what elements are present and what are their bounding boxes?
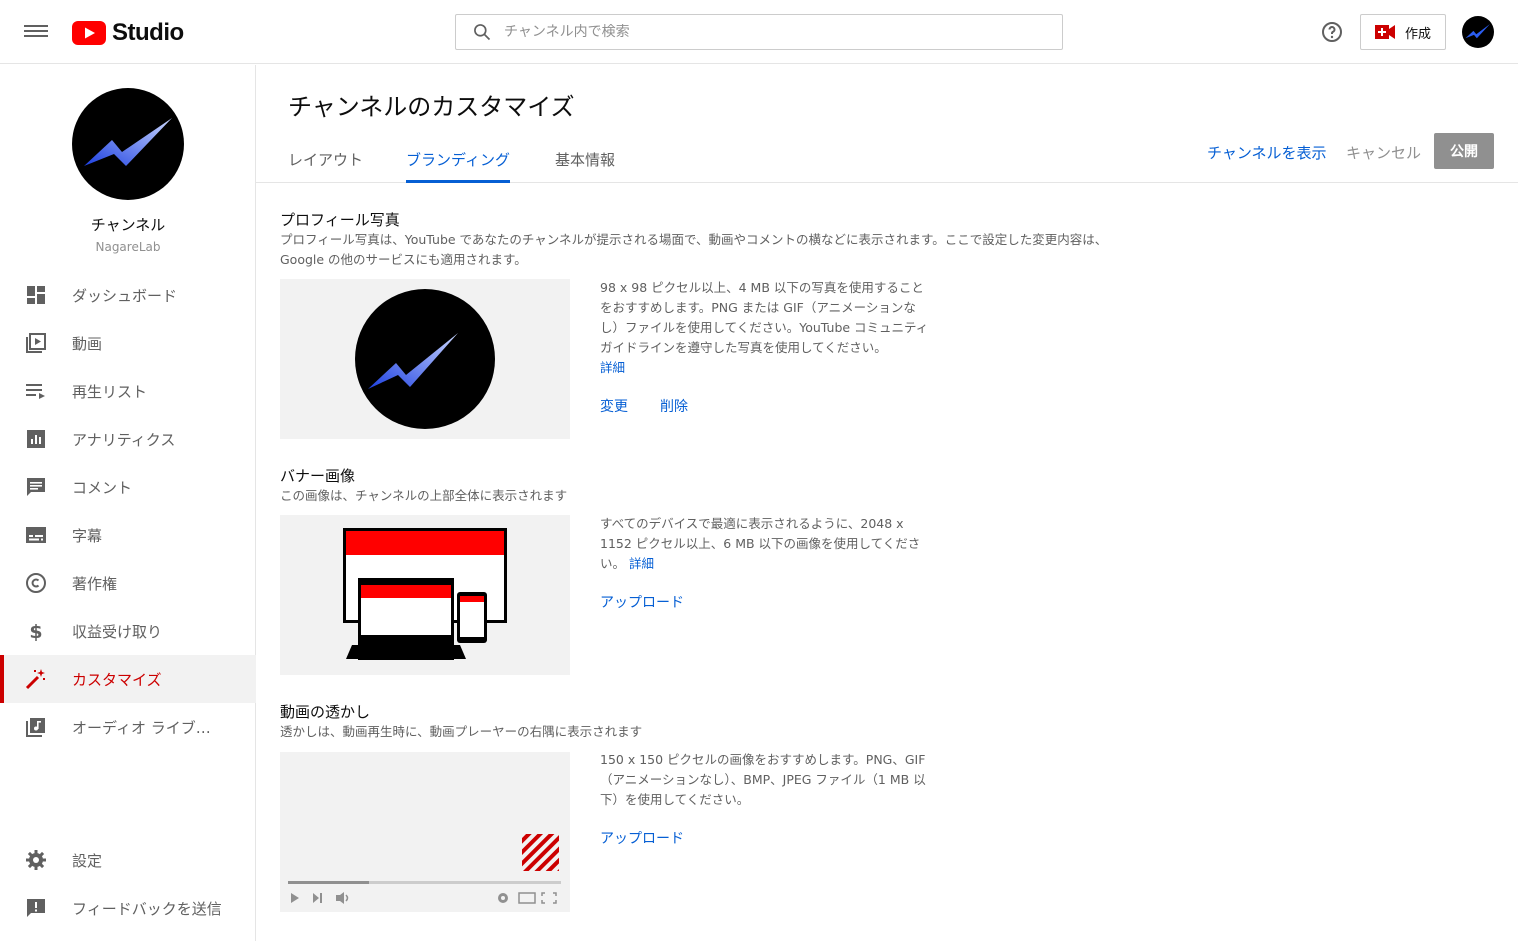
- gear-icon: [26, 850, 46, 870]
- profile-detail-link[interactable]: 詳細: [600, 360, 625, 375]
- sidebar-item-label: アナリティクス: [72, 431, 176, 449]
- sidebar-item-playlists[interactable]: 再生リスト: [0, 367, 256, 415]
- video-icon: [26, 333, 46, 353]
- sidebar-item-label: フィードバックを送信: [72, 900, 222, 918]
- channel-avatar[interactable]: [72, 88, 184, 200]
- change-photo-button[interactable]: 変更: [600, 396, 628, 416]
- video-player-preview: [288, 834, 561, 904]
- sidebar-item-label: 設定: [72, 852, 103, 870]
- dollar-icon: $: [29, 621, 42, 643]
- feedback-icon: [27, 899, 45, 917]
- youtube-logo-icon: [72, 21, 106, 45]
- sidebar-item-dashboard[interactable]: ダッシュボード: [0, 271, 256, 319]
- page-title: チャンネルのカスタマイズ: [288, 93, 575, 121]
- create-label: 作成: [1404, 26, 1431, 42]
- help-icon[interactable]: [1320, 20, 1344, 48]
- profile-photo-desc-1: プロフィール写真は、YouTube であなたのチャンネルが提示される場面で、動画…: [280, 232, 1108, 247]
- profile-photo-desc-2: Google の他のサービスにも適用されます。: [280, 252, 527, 267]
- sidebar-item-subtitles[interactable]: 字幕: [0, 511, 256, 559]
- banner-preview: [280, 515, 570, 675]
- banner-title: バナー画像: [280, 467, 356, 485]
- sidebar-item-comments[interactable]: コメント: [0, 463, 256, 511]
- sidebar-item-settings[interactable]: 設定: [0, 836, 256, 884]
- banner-upload-button[interactable]: アップロード: [600, 592, 684, 612]
- sidebar-item-label: 再生リスト: [72, 383, 148, 401]
- menu-icon[interactable]: [24, 22, 48, 42]
- sidebar-item-label: 著作権: [72, 575, 118, 593]
- sidebar-item-copyright[interactable]: 著作権: [0, 559, 256, 607]
- search-icon: [474, 24, 491, 41]
- sidebar: チャンネル NagareLab ダッシュボード 動画 再生リスト アナリティクス…: [0, 65, 256, 941]
- watermark-upload-button[interactable]: アップロード: [600, 828, 684, 848]
- tab-basic-info[interactable]: 基本情報: [555, 149, 615, 183]
- audio-library-icon: [26, 718, 45, 737]
- banner-detail-link[interactable]: 詳細: [629, 556, 654, 571]
- view-channel-link[interactable]: チャンネルを表示: [1207, 142, 1327, 163]
- sidebar-item-label: オーディオ ライブ…: [72, 719, 211, 737]
- delete-photo-button[interactable]: 削除: [660, 396, 688, 416]
- sidebar-item-label: コメント: [72, 479, 133, 497]
- playlist-icon: [26, 384, 45, 399]
- watermark-preview: [280, 752, 570, 912]
- dashboard-icon: [27, 286, 45, 304]
- sidebar-item-customize[interactable]: カスタマイズ: [0, 655, 256, 703]
- create-button[interactable]: 作成: [1360, 14, 1446, 50]
- tab-bar: レイアウト ブランディング 基本情報: [256, 129, 1518, 183]
- top-bar: Studio 作成: [0, 0, 1518, 64]
- watermark-desc: 透かしは、動画再生時に、動画プレーヤーの右隅に表示されます: [280, 724, 643, 739]
- profile-photo-hint: 98 x 98 ピクセル以上、4 MB 以下の写真を使用することをおすすめします…: [600, 278, 930, 378]
- cancel-button[interactable]: キャンセル: [1346, 142, 1421, 163]
- studio-label: Studio: [112, 19, 184, 46]
- profile-photo-title: プロフィール写真: [280, 211, 400, 229]
- sidebar-item-label: 字幕: [72, 527, 103, 545]
- magic-wand-icon: [25, 669, 45, 690]
- tab-layout[interactable]: レイアウト: [288, 149, 363, 183]
- svg-text:$: $: [29, 621, 42, 643]
- sidebar-item-feedback[interactable]: フィードバックを送信: [0, 884, 256, 932]
- account-avatar[interactable]: [1462, 16, 1494, 48]
- sidebar-item-videos[interactable]: 動画: [0, 319, 256, 367]
- banner-hint: すべてのデバイスで最適に表示されるように、2048 x 1152 ピクセル以上、…: [600, 514, 930, 574]
- sidebar-item-analytics[interactable]: アナリティクス: [0, 415, 256, 463]
- profile-photo-hint-text: 98 x 98 ピクセル以上、4 MB 以下の写真を使用することをおすすめします…: [600, 280, 929, 355]
- search-box[interactable]: [455, 14, 1063, 50]
- subtitles-icon: [26, 527, 46, 543]
- analytics-icon: [27, 430, 45, 448]
- channel-handle: NagareLab: [95, 240, 161, 254]
- sidebar-item-audio-library[interactable]: オーディオ ライブ…: [0, 703, 256, 751]
- sidebar-item-label: ダッシュボード: [72, 287, 178, 305]
- sidebar-item-label: 動画: [72, 335, 103, 353]
- search-input[interactable]: [504, 24, 1024, 40]
- publish-button[interactable]: 公開: [1434, 133, 1494, 169]
- create-video-icon: [1374, 25, 1395, 39]
- main-content: チャンネルのカスタマイズ レイアウト ブランディング 基本情報 チャンネルを表示…: [256, 65, 1518, 941]
- profile-photo-preview: [280, 279, 570, 439]
- devices-illustration-icon: [343, 528, 507, 660]
- sidebar-item-label: 収益受け取り: [72, 623, 163, 641]
- sidebar-item-earn[interactable]: $ 収益受け取り: [0, 607, 256, 655]
- tab-branding[interactable]: ブランディング: [406, 149, 510, 183]
- copyright-icon: [26, 573, 46, 593]
- watermark-hint: 150 x 150 ピクセルの画像をおすすめします。PNG、GIF（アニメーショ…: [600, 752, 926, 807]
- sidebar-item-label: カスタマイズ: [72, 671, 162, 689]
- banner-desc: この画像は、チャンネルの上部全体に表示されます: [280, 488, 568, 503]
- comment-icon: [27, 478, 45, 496]
- channel-name: チャンネル: [90, 216, 166, 234]
- studio-logo[interactable]: Studio: [72, 19, 184, 47]
- watermark-title: 動画の透かし: [280, 703, 371, 721]
- profile-photo-image: [355, 289, 495, 429]
